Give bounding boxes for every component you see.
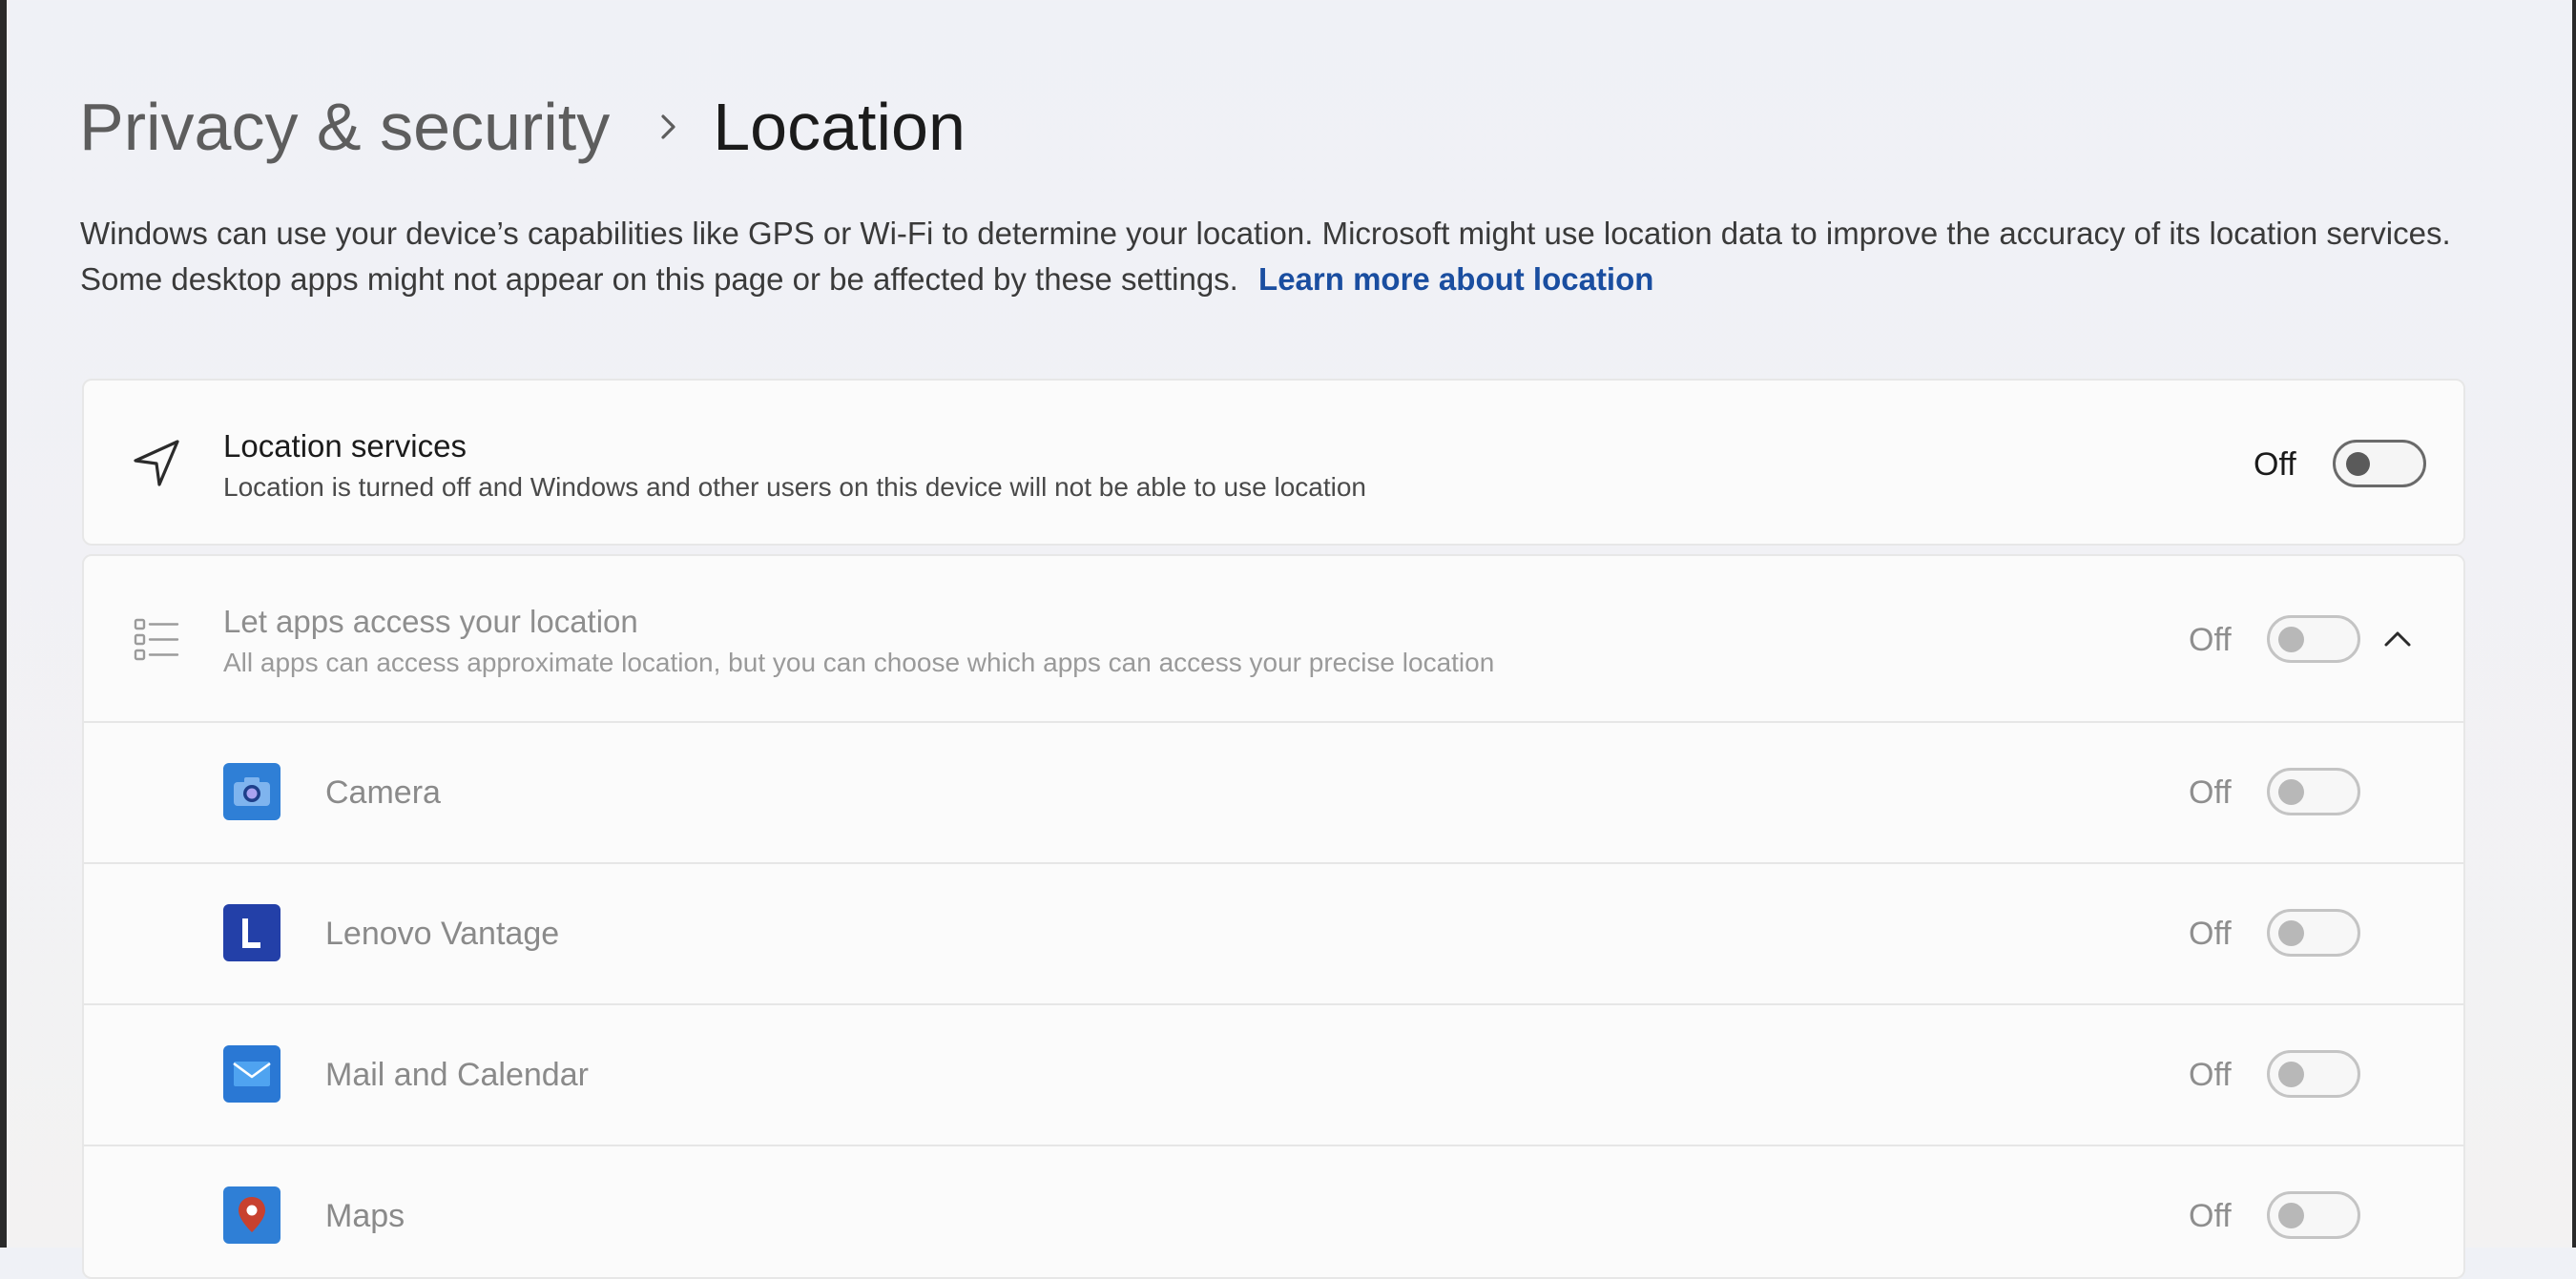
maps-app-icon [223,1186,280,1244]
app-access-title: Let apps access your location [223,604,638,639]
toggle-knob [2278,627,2304,652]
toggle-knob [2278,1062,2304,1087]
window-edge-right [2572,0,2576,1248]
location-services-title: Location services [223,428,467,464]
location-services-subtitle: Location is turned off and Windows and o… [223,472,1366,502]
maps-location-toggle[interactable] [2267,1191,2360,1239]
app-access-header-row[interactable]: Let apps access your location All apps c… [84,556,2463,721]
location-services-toggle[interactable] [2333,440,2426,487]
app-name: Lenovo Vantage [325,916,560,952]
toggle-knob [2278,779,2304,805]
page-description: Windows can use your device’s capabiliti… [80,211,2484,302]
learn-more-link[interactable]: Learn more about location [1258,261,1653,297]
app-row-mail-and-calendar: Mail and Calendar Off [84,1003,2463,1145]
app-state: Off [2189,774,2232,811]
app-access-subtitle: All apps can access approximate location… [223,648,1495,677]
breadcrumb: Privacy & security Location [79,84,966,170]
lenovo-vantage-app-icon [223,904,280,961]
toggle-knob [2346,452,2370,476]
chevron-right-icon [638,84,699,170]
page-title: Location [713,90,966,164]
app-access-state: Off [2189,622,2232,658]
camera-app-icon [223,763,280,820]
toggle-knob [2278,920,2304,946]
app-row-lenovo-vantage: Lenovo Vantage Off [84,862,2463,1003]
location-services-state: Off [2254,446,2296,483]
chevron-up-icon[interactable] [2374,615,2421,663]
mail-calendar-location-toggle[interactable] [2267,1050,2360,1098]
toggle-knob [2278,1203,2304,1228]
window-edge-left [0,0,7,1248]
app-state: Off [2189,1198,2232,1234]
lenovo-vantage-location-toggle[interactable] [2267,909,2360,957]
app-state: Off [2189,1057,2232,1093]
location-services-card: Location services Location is turned off… [82,379,2465,546]
app-name: Camera [325,774,441,811]
navigation-arrow-icon [122,428,191,497]
mail-app-icon [223,1045,280,1103]
app-row-camera: Camera Off [84,721,2463,862]
breadcrumb-parent-link[interactable]: Privacy & security [79,89,610,165]
app-access-card: Let apps access your location All apps c… [82,554,2465,1279]
app-row-maps: Maps Off [84,1145,2463,1277]
app-name: Maps [325,1198,405,1234]
app-access-toggle[interactable] [2267,615,2360,663]
app-state: Off [2189,916,2232,952]
camera-location-toggle[interactable] [2267,768,2360,815]
app-name: Mail and Calendar [325,1057,589,1093]
app-list-icon [122,606,191,674]
